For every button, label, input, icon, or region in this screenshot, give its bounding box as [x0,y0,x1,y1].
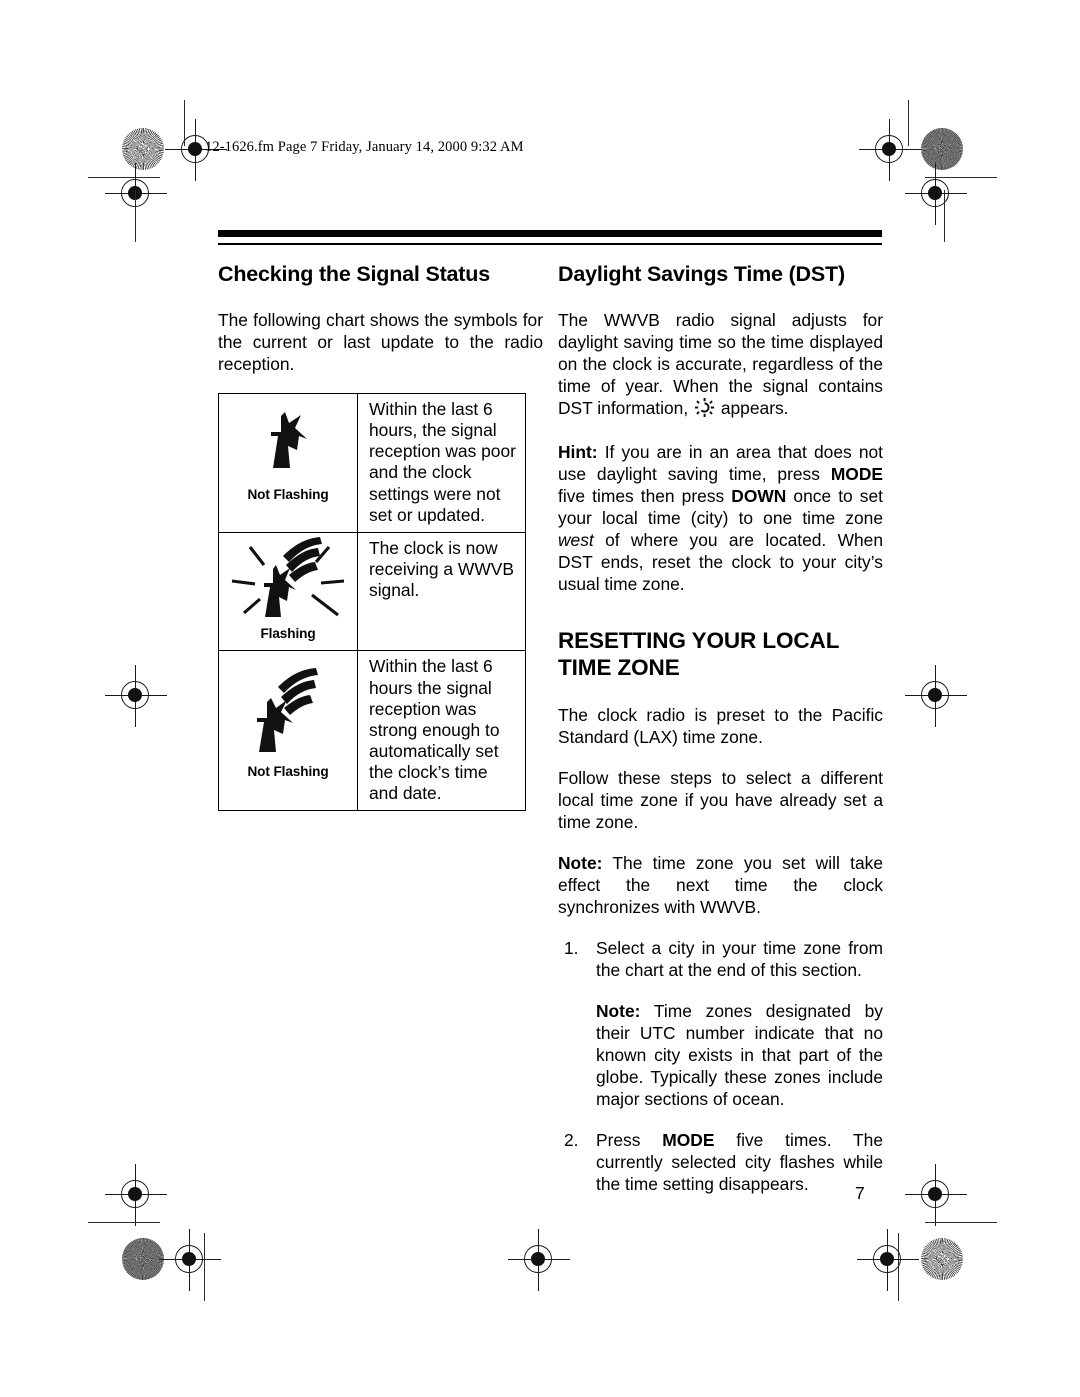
paragraph-note-timezone-effect: Note: The time zone you set will take ef… [558,852,883,918]
antenna-tower-strong-signal-icon [219,657,357,765]
paragraph-preset-timezone: The clock radio is preset to the Pacific… [558,704,883,747]
registration-rosette-bottom-left [122,1238,164,1280]
registration-rosette-bottom-right [921,1238,963,1280]
registration-crosshair-lower-left [105,1164,167,1226]
registration-crosshair-bottom-center [508,1229,570,1291]
mode-button-reference: MODE [830,463,883,484]
registration-crosshair-bottom-right [857,1229,919,1291]
registration-crosshair-bottom-left [159,1229,221,1291]
flash-label: Not Flashing [247,764,329,780]
signal-description-cell: Within the last 6 hours, the signal rece… [357,393,526,533]
trim-line-lower-right [925,1222,997,1224]
heading-daylight-savings-time: Daylight Savings Time (DST) [558,262,845,286]
antenna-tower-no-signal-icon [219,400,357,488]
registration-crosshair-center-right [905,665,967,727]
registration-crosshair-mid-right [905,163,967,225]
subnote-label: Note: [596,1000,641,1021]
down-button-reference: DOWN [731,485,787,506]
signal-status-table: Not Flashing Within the last 6 hours, th… [218,393,526,812]
trim-line-top-right [908,100,910,146]
hint-text-2: five times then press [558,485,732,506]
numbered-steps-list: 1. Select a city in your time zone from t… [558,937,883,1195]
paragraph-dst-description: The WWVB radio signal adjusts for daylig… [558,309,883,422]
step-number: 1. [564,937,579,958]
trim-line-mid-left [135,190,137,242]
paragraph-subnote-utc: Note: Time zones designated by their UTC… [596,1000,883,1110]
paragraph-follow-steps: Follow these steps to select a different… [558,767,883,832]
signal-icon-cell: Not Flashing [218,393,358,533]
note-text: The time zone you set will take effect t… [558,852,883,917]
registration-crosshair-lower-right [905,1164,967,1226]
signal-description-cell: Within the last 6 hours the signal recep… [357,650,526,812]
step-number: 2. [564,1130,579,1151]
dst-sun-icon [695,397,714,422]
note-label: Note: [558,852,603,873]
list-item: 2. Press MODE five times. The currently s… [558,1129,883,1195]
trim-line-bottom-left [204,1233,206,1301]
dst-text-after-icon: appears. [716,397,789,418]
table-row: Not Flashing Within the last 6 hours the… [218,650,526,812]
heading-checking-signal-status: Checking the Signal Status [218,262,490,286]
right-column: Daylight Savings Time (DST) The WWVB rad… [558,262,883,1214]
trim-line-top-left [184,100,186,146]
page-number: 7 [855,1183,865,1203]
subnote-text: Time zones designated by their UTC numbe… [596,1000,883,1109]
list-item: 1. Select a city in your time zone from t… [558,937,883,1110]
flash-label: Not Flashing [247,487,329,502]
registration-crosshair-center-left [105,665,167,727]
trim-line-lower-left [88,1222,160,1224]
table-row: Flashing The clock is now receiving a WW… [218,531,526,652]
left-column: Checking the Signal Status The following… [218,262,543,375]
table-row: Not Flashing Within the last 6 hours, th… [218,393,526,533]
antenna-tower-receiving-flashing-icon [219,536,357,627]
signal-icon-cell: Flashing [218,531,358,652]
step-text: Select a city in your time zone from the… [596,937,883,980]
heading-resetting-local-time-zone: Resetting Your Local Time Zone [558,627,839,681]
paragraph-hint: Hint: If you are in an area that does no… [558,441,883,595]
mode-button-reference: MODE [662,1130,715,1151]
flash-label: Flashing [260,625,316,641]
hint-label: Hint: [558,441,598,462]
paragraph-chart-intro: The following chart shows the symbols fo… [218,309,543,374]
file-header-line: 12-1626.fm Page 7 Friday, January 14, 20… [205,139,524,155]
trim-line-mid-right [944,190,946,242]
hint-west-emphasis: west [558,529,594,550]
manual-page: 12-1626.fm Page 7 Friday, January 14, 20… [0,0,1080,1397]
signal-description-cell: The clock is now receiving a WWVB signal… [357,531,526,652]
section-rule-thick [218,230,882,237]
signal-icon-cell: Not Flashing [218,650,358,812]
hint-text-4: of where you are located. When DST ends,… [558,529,883,594]
step-text-1: Press [596,1130,663,1151]
section-rule-thin [218,243,882,245]
